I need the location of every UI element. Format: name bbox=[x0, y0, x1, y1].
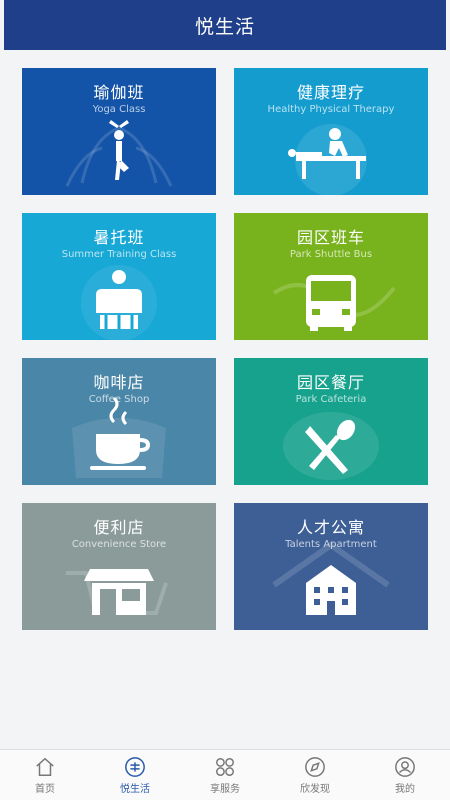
tile-subtitle: Summer Training Class bbox=[61, 249, 177, 260]
home-icon bbox=[36, 757, 54, 776]
tile-title: 园区班车 bbox=[296, 228, 365, 247]
tab-label: 首页 bbox=[35, 783, 55, 795]
life-icon bbox=[125, 756, 145, 777]
tile-park-cafeteria[interactable]: 园区餐厅 Park Cafeteria bbox=[234, 358, 428, 485]
tile-coffee-shop[interactable]: 咖啡店 Coffee Shop bbox=[22, 358, 216, 485]
tile-talents-apartment[interactable]: 人才公寓 Talents Apartment bbox=[234, 503, 428, 630]
grid-icon bbox=[216, 757, 234, 776]
tab-label: 欣发现 bbox=[300, 783, 330, 795]
bottom-tab-bar: 首页 悦生活 享服务 欣发现 我的 bbox=[0, 749, 450, 800]
app-header: 悦生活 bbox=[4, 0, 446, 50]
tab-label: 悦生活 bbox=[120, 783, 150, 795]
tab-label: 我的 bbox=[395, 783, 415, 795]
tab-home[interactable]: 首页 bbox=[0, 750, 90, 800]
page-title: 悦生活 bbox=[194, 15, 255, 38]
tile-subtitle: Convenience Store bbox=[71, 539, 167, 550]
tile-title: 暑托班 bbox=[93, 228, 145, 247]
tile-subtitle: Healthy Physical Therapy bbox=[267, 104, 395, 115]
tile-summer-training-class[interactable]: 暑托班 Summer Training Class bbox=[22, 213, 216, 340]
tile-convenience-store[interactable]: 便利店 Convenience Store bbox=[22, 503, 216, 630]
tile-title: 便利店 bbox=[93, 518, 145, 537]
tile-physical-therapy[interactable]: 健康理疗 Healthy Physical Therapy bbox=[234, 68, 428, 195]
tile-title: 咖啡店 bbox=[93, 373, 145, 392]
tile-subtitle: Coffee Shop bbox=[88, 394, 150, 405]
tile-park-shuttle-bus[interactable]: 园区班车 Park Shuttle Bus bbox=[234, 213, 428, 340]
tile-yoga-class[interactable]: 瑜伽班 Yoga Class bbox=[22, 68, 216, 195]
tab-discover[interactable]: 欣发现 bbox=[270, 750, 360, 800]
tile-subtitle: Park Shuttle Bus bbox=[289, 249, 373, 260]
tab-life[interactable]: 悦生活 bbox=[90, 750, 180, 800]
tile-subtitle: Yoga Class bbox=[92, 104, 146, 115]
tile-title: 健康理疗 bbox=[296, 83, 365, 102]
tile-title: 人才公寓 bbox=[296, 518, 365, 537]
tile-subtitle: Talents Apartment bbox=[285, 539, 377, 550]
tile-title: 瑜伽班 bbox=[93, 83, 145, 102]
tab-mine[interactable]: 我的 bbox=[360, 750, 450, 800]
compass-icon bbox=[305, 756, 325, 777]
tab-label: 享服务 bbox=[210, 783, 240, 795]
tab-services[interactable]: 享服务 bbox=[180, 750, 270, 800]
tile-title: 园区餐厅 bbox=[296, 373, 365, 392]
tile-subtitle: Park Cafeteria bbox=[295, 394, 367, 405]
user-icon bbox=[395, 756, 415, 777]
